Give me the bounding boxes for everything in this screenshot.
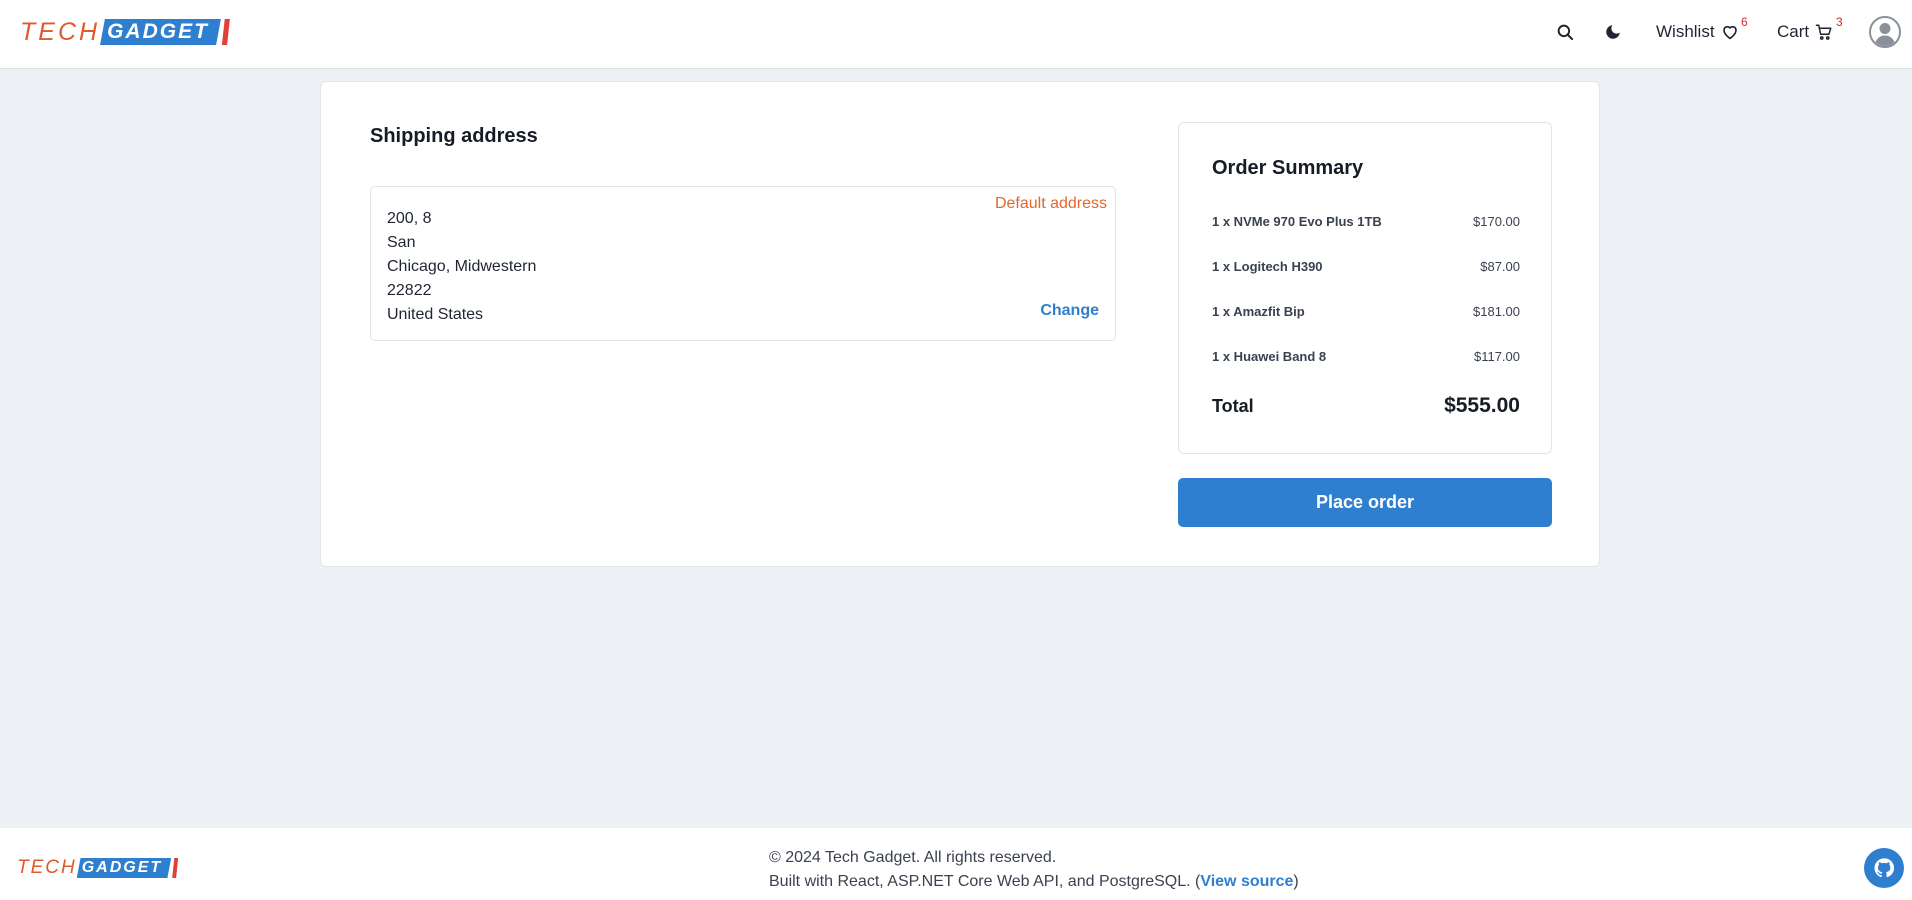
cart-link[interactable]: Cart (1777, 22, 1833, 42)
wishlist-count-badge: 6 (1741, 15, 1748, 29)
address-lines: 200, 8 San Chicago, Midwestern 22822 Uni… (387, 207, 536, 327)
order-total-row: Total $555.00 (1212, 394, 1520, 418)
order-line-item: 1 x Huawei Band 8 $117.00 (1212, 349, 1520, 369)
view-source-link[interactable]: View source (1200, 873, 1293, 890)
heart-icon (1722, 25, 1737, 40)
github-icon (1874, 858, 1894, 878)
cart-icon (1815, 24, 1832, 40)
shipping-address-title: Shipping address (370, 125, 538, 147)
total-value: $555.00 (1444, 394, 1520, 417)
total-label: Total (1212, 396, 1254, 416)
wishlist-link[interactable]: Wishlist (1656, 22, 1739, 42)
user-avatar-icon (1869, 16, 1901, 48)
theme-toggle-button[interactable] (1601, 20, 1625, 44)
line-item-price: $181.00 (1473, 304, 1520, 319)
line-item-name: 1 x Logitech H390 (1212, 259, 1323, 274)
github-button[interactable] (1864, 848, 1904, 888)
order-line-item: 1 x Logitech H390 $87.00 (1212, 259, 1520, 279)
footer-brand-logo[interactable]: TECH GADGET (17, 857, 179, 878)
line-item-price: $87.00 (1480, 259, 1520, 274)
built-with-prefix: Built with React, ASP.NET Core Web API, … (769, 873, 1201, 890)
order-line-item: 1 x NVMe 970 Evo Plus 1TB $170.00 (1212, 214, 1520, 234)
site-footer: TECH GADGET © 2024 Tech Gadget. All righ… (0, 828, 1912, 900)
cart-label: Cart (1777, 22, 1810, 41)
line-item-name: 1 x Amazfit Bip (1212, 304, 1305, 319)
order-summary-title: Order Summary (1212, 157, 1364, 179)
address-line: San (387, 234, 416, 251)
logo-accent-bar (221, 19, 230, 45)
wishlist-label: Wishlist (1656, 22, 1715, 41)
moon-icon (1606, 25, 1620, 39)
address-line: 22822 (387, 282, 432, 299)
order-line-item: 1 x Amazfit Bip $181.00 (1212, 304, 1520, 324)
address-line: 200, 8 (387, 210, 432, 227)
logo-text-tech: TECH (20, 17, 101, 46)
logo-text-gadget: GADGET (100, 19, 221, 45)
search-icon (1557, 24, 1574, 41)
change-address-link[interactable]: Change (1040, 302, 1099, 320)
top-navbar: TECH GADGET Wishlist 6 Cart 3 (0, 0, 1912, 69)
logo-accent-bar (172, 858, 179, 878)
logo-text-tech: TECH (17, 857, 77, 878)
built-with-text: Built with React, ASP.NET Core Web API, … (769, 870, 1299, 894)
line-item-name: 1 x NVMe 970 Evo Plus 1TB (1212, 214, 1382, 229)
logo-text-gadget: GADGET (76, 858, 172, 878)
checkout-card: Shipping address Default address 200, 8 … (320, 81, 1600, 567)
brand-logo[interactable]: TECH GADGET (20, 17, 230, 46)
copyright-text: © 2024 Tech Gadget. All rights reserved. (769, 849, 1057, 866)
address-line: Chicago, Midwestern (387, 258, 537, 275)
default-address-label: Default address (994, 195, 1107, 212)
user-menu-button[interactable] (1869, 16, 1901, 48)
shipping-address-box: Default address 200, 8 San Chicago, Midw… (370, 186, 1116, 341)
search-button[interactable] (1553, 20, 1577, 44)
line-item-price: $117.00 (1473, 349, 1520, 364)
cart-count-badge: 3 (1836, 15, 1843, 29)
built-with-suffix: ) (1293, 873, 1299, 890)
line-item-name: 1 x Huawei Band 8 (1212, 349, 1327, 364)
place-order-button[interactable]: Place order (1178, 478, 1552, 527)
footer-text: © 2024 Tech Gadget. All rights reserved.… (769, 846, 1299, 894)
line-item-price: $170.00 (1473, 214, 1520, 229)
order-summary-panel: Order Summary 1 x NVMe 970 Evo Plus 1TB … (1178, 122, 1552, 454)
address-line: United States (387, 306, 484, 323)
